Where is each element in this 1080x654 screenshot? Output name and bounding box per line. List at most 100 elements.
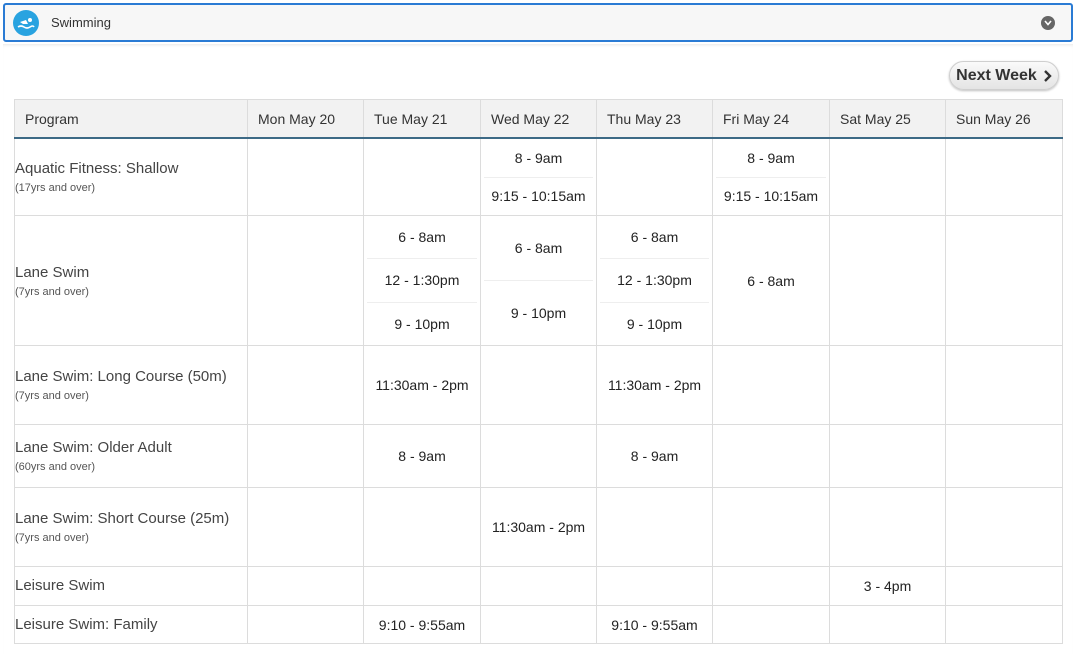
time-slot[interactable]: 3 - 4pm bbox=[864, 578, 911, 594]
day-cell bbox=[247, 487, 364, 567]
column-header-program: Program bbox=[14, 99, 248, 139]
day-cell bbox=[480, 424, 597, 488]
chevron-right-icon bbox=[1043, 69, 1052, 83]
day-cell bbox=[247, 345, 364, 425]
schedule-table: Program Mon May 20 Tue May 21 Wed May 22… bbox=[14, 99, 1063, 644]
table-header-row: Program Mon May 20 Tue May 21 Wed May 22… bbox=[14, 99, 1063, 139]
time-slot[interactable]: 9:10 - 9:55am bbox=[379, 617, 465, 633]
day-cell bbox=[480, 605, 597, 644]
day-cell bbox=[829, 487, 946, 567]
day-cell bbox=[480, 566, 597, 606]
day-cell bbox=[363, 137, 481, 216]
day-cell bbox=[596, 137, 713, 216]
time-slot[interactable]: 8 - 9am bbox=[716, 139, 826, 178]
day-cell bbox=[247, 215, 364, 346]
swimming-accordion-header[interactable]: Swimming bbox=[3, 3, 1073, 42]
day-cell: 8 - 9am bbox=[596, 424, 713, 488]
program-age-range: (7yrs and over) bbox=[15, 532, 89, 544]
day-cell bbox=[945, 605, 1063, 644]
day-cell: 9:10 - 9:55am bbox=[363, 605, 481, 644]
day-cell bbox=[247, 424, 364, 488]
time-slot[interactable]: 11:30am - 2pm bbox=[608, 377, 701, 393]
next-week-button[interactable]: Next Week bbox=[949, 61, 1059, 90]
day-cell bbox=[247, 566, 364, 606]
day-cell: 8 - 9am 9:15 - 10:15am bbox=[480, 137, 597, 216]
time-slot[interactable]: 9 - 10pm bbox=[600, 303, 709, 345]
day-cell: 6 - 8am bbox=[712, 215, 830, 346]
day-cell bbox=[712, 345, 830, 425]
time-slot[interactable]: 9 - 10pm bbox=[484, 281, 593, 345]
day-cell bbox=[945, 566, 1063, 606]
table-row: Leisure Swim: Family 9:10 - 9:55am 9:10 - … bbox=[14, 605, 1063, 644]
program-cell: Leisure Swim: Family bbox=[14, 605, 248, 644]
time-slot[interactable]: 11:30am - 2pm bbox=[375, 377, 468, 393]
day-cell: 9:10 - 9:55am bbox=[596, 605, 713, 644]
program-age-range: (60yrs and over) bbox=[15, 461, 96, 473]
day-cell bbox=[712, 424, 830, 488]
day-cell: 6 - 8am 9 - 10pm bbox=[480, 215, 597, 346]
day-cell: 6 - 8am 12 - 1:30pm 9 - 10pm bbox=[363, 215, 481, 346]
time-slot[interactable]: 8 - 9am bbox=[631, 448, 678, 464]
time-slot[interactable]: 12 - 1:30pm bbox=[367, 259, 477, 303]
column-header-day: Sat May 25 bbox=[829, 99, 946, 139]
time-slot[interactable]: 9:10 - 9:55am bbox=[611, 617, 697, 633]
day-cell bbox=[829, 605, 946, 644]
day-cell bbox=[712, 566, 830, 606]
column-header-day: Mon May 20 bbox=[247, 99, 364, 139]
time-slot[interactable]: 11:30am - 2pm bbox=[492, 519, 585, 535]
next-week-label: Next Week bbox=[956, 66, 1037, 84]
time-slot[interactable]: 9:15 - 10:15am bbox=[716, 178, 826, 216]
program-age-range: (7yrs and over) bbox=[15, 285, 89, 298]
table-row: Leisure Swim 3 - 4pm bbox=[14, 566, 1063, 606]
program-age-range: (17yrs and over) bbox=[15, 182, 96, 194]
time-slot[interactable]: 6 - 8am bbox=[367, 216, 477, 260]
table-row: Lane Swim (7yrs and over) 6 - 8am 12 - 1:30… bbox=[14, 215, 1063, 346]
program-cell: Leisure Swim bbox=[14, 566, 248, 606]
day-cell bbox=[247, 605, 364, 644]
time-slot[interactable]: 6 - 8am bbox=[484, 216, 593, 281]
time-slot[interactable]: 9:15 - 10:15am bbox=[484, 178, 593, 216]
program-cell: Lane Swim (7yrs and over) bbox=[14, 215, 248, 346]
day-cell bbox=[247, 137, 364, 216]
program-cell: Aquatic Fitness: Shallow (17yrs and over) bbox=[14, 137, 248, 216]
time-slot[interactable]: 9 - 10pm bbox=[367, 303, 477, 345]
column-header-day: Sun May 26 bbox=[945, 99, 1063, 139]
day-cell bbox=[945, 137, 1063, 216]
day-cell bbox=[829, 345, 946, 425]
column-header-day: Wed May 22 bbox=[480, 99, 597, 139]
day-cell: 11:30am - 2pm bbox=[596, 345, 713, 425]
time-slot[interactable]: 6 - 8am bbox=[747, 273, 794, 289]
column-header-day: Thu May 23 bbox=[596, 99, 713, 139]
day-cell bbox=[945, 487, 1063, 567]
time-slot[interactable]: 6 - 8am bbox=[600, 216, 709, 260]
program-name: Leisure Swim bbox=[15, 577, 106, 594]
column-header-day: Tue May 21 bbox=[363, 99, 481, 139]
day-cell: 8 - 9am bbox=[363, 424, 481, 488]
day-cell bbox=[945, 424, 1063, 488]
time-slot[interactable]: 8 - 9am bbox=[484, 139, 593, 178]
day-cell bbox=[363, 566, 481, 606]
program-name: Lane Swim: Long Course (50m) bbox=[15, 368, 227, 385]
program-cell: Lane Swim: Short Course (25m) (7yrs and o… bbox=[14, 487, 248, 567]
day-cell bbox=[712, 605, 830, 644]
chevron-down-icon[interactable] bbox=[1041, 16, 1055, 30]
time-slot[interactable]: 12 - 1:30pm bbox=[600, 259, 709, 303]
day-cell bbox=[829, 137, 946, 216]
day-cell bbox=[480, 345, 597, 425]
table-row: Aquatic Fitness: Shallow (17yrs and over)… bbox=[14, 137, 1063, 216]
day-cell: 6 - 8am 12 - 1:30pm 9 - 10pm bbox=[596, 215, 713, 346]
day-cell: 8 - 9am 9:15 - 10:15am bbox=[712, 137, 830, 216]
day-cell bbox=[945, 345, 1063, 425]
day-cell bbox=[945, 215, 1063, 346]
day-cell: 11:30am - 2pm bbox=[480, 487, 597, 567]
program-name: Leisure Swim: Family bbox=[15, 615, 158, 633]
day-cell bbox=[829, 424, 946, 488]
table-row: Lane Swim: Short Course (25m) (7yrs and o… bbox=[14, 487, 1063, 567]
time-slot[interactable]: 8 - 9am bbox=[398, 448, 445, 464]
day-cell bbox=[829, 215, 946, 346]
program-name: Lane Swim: Short Course (25m) bbox=[15, 510, 230, 527]
table-row: Lane Swim: Long Course (50m) (7yrs and ov… bbox=[14, 345, 1063, 425]
program-name: Lane Swim: Older Adult bbox=[15, 439, 172, 456]
day-cell bbox=[596, 487, 713, 567]
program-name: Lane Swim bbox=[15, 263, 90, 281]
